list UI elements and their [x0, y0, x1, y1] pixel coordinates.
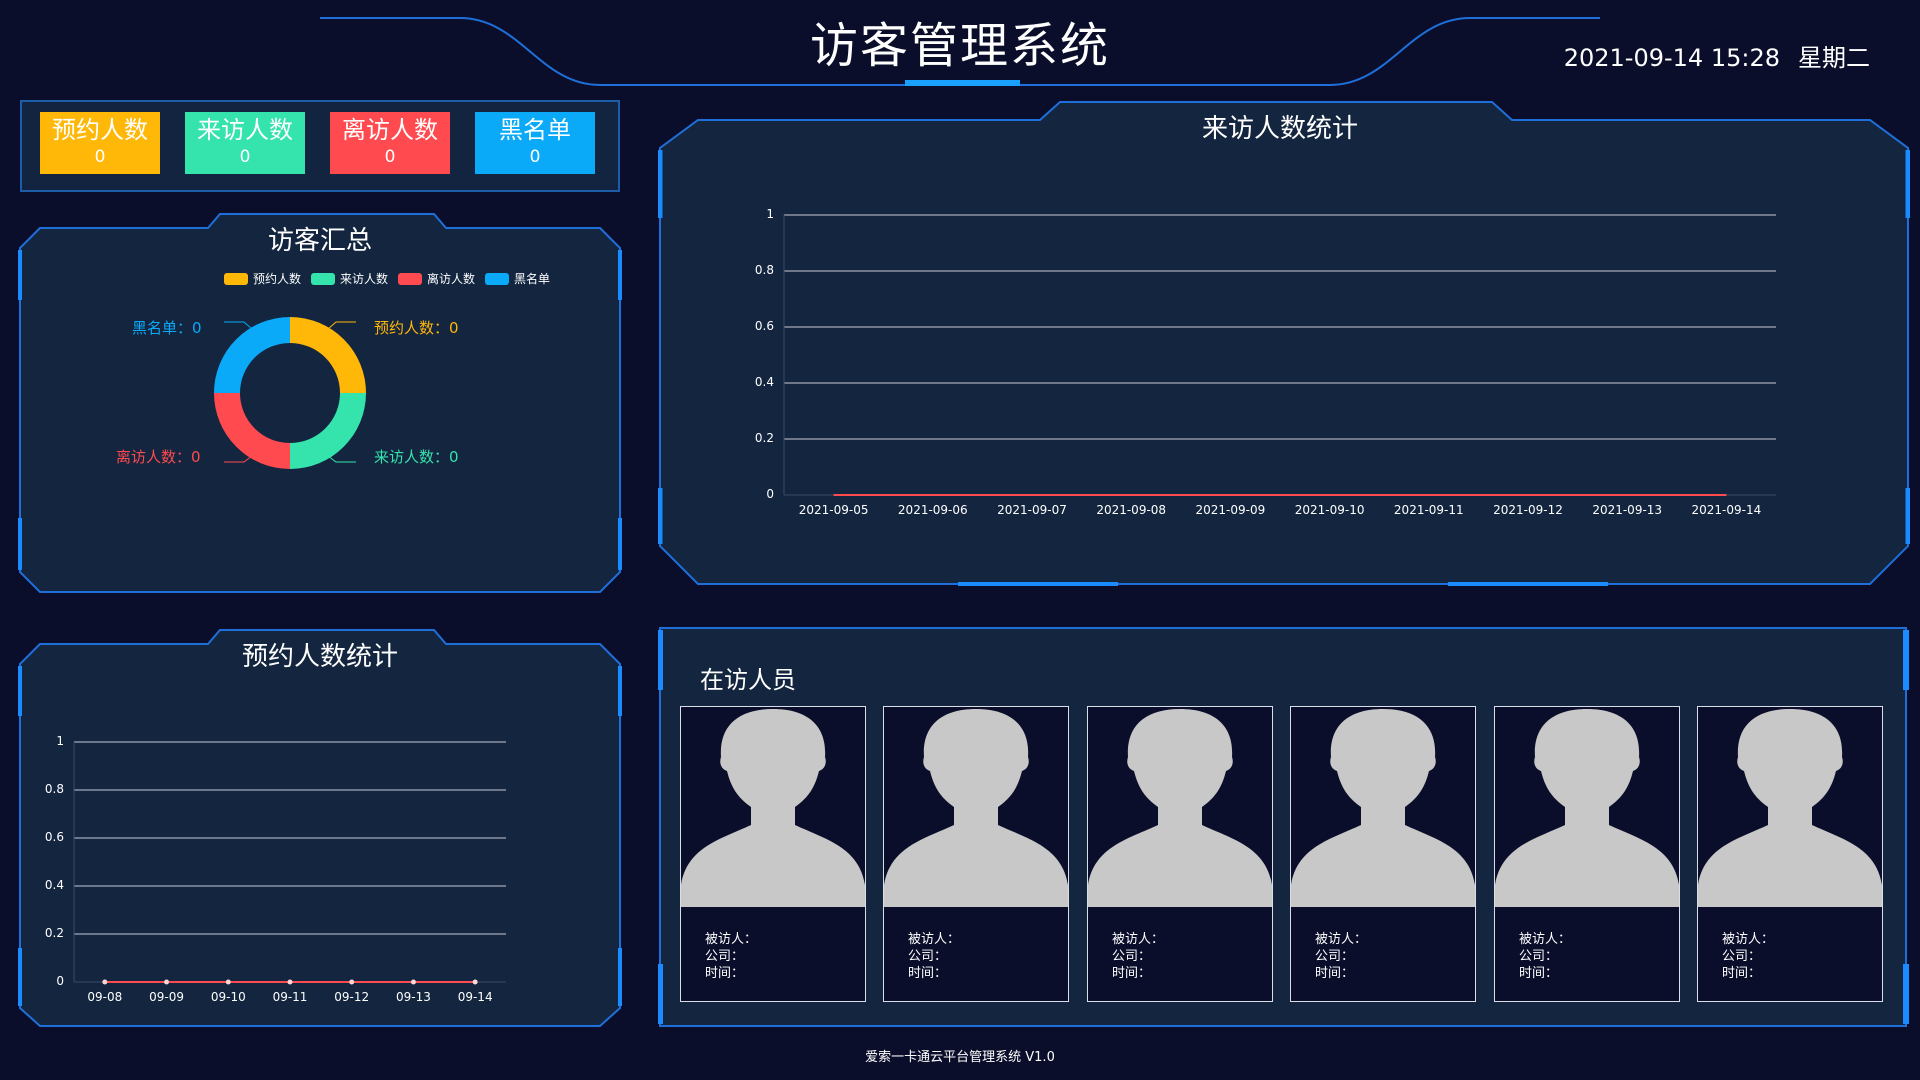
- legend-item-booked[interactable]: 预约人数: [224, 270, 301, 287]
- stat-value: 0: [529, 147, 541, 167]
- stats-panel: 预约人数 0 来访人数 0 离访人数 0 黑名单 0: [20, 100, 620, 192]
- date-text: 2021-09-14 15:28: [1563, 44, 1780, 72]
- x-tick-label: 2021-09-08: [1096, 503, 1167, 517]
- legend-item-blacklist[interactable]: 黑名单: [485, 270, 550, 287]
- x-tick-label: 2021-09-14: [1691, 503, 1762, 517]
- avatar-placeholder-icon: [1088, 709, 1272, 907]
- stat-card-left[interactable]: 离访人数 0: [330, 112, 450, 174]
- stat-card-blacklist[interactable]: 黑名单 0: [475, 112, 595, 174]
- avatar-placeholder-icon: [1698, 709, 1882, 907]
- legend-label: 预约人数: [253, 272, 302, 286]
- visitor-company-label: 公司：: [908, 949, 948, 964]
- y-tick-label: 0.4: [754, 375, 774, 389]
- x-tick-label: 09-14: [457, 990, 493, 1004]
- pie-slice-3[interactable]: [214, 393, 290, 469]
- visitor-card[interactable]: 被访人： 公司： 时间：: [1697, 706, 1883, 1002]
- stat-value: 0: [94, 147, 106, 167]
- visitor-time-label: 时间：: [908, 966, 948, 981]
- legend-label: 来访人数: [340, 272, 389, 286]
- visitor-company-label: 公司：: [705, 949, 745, 964]
- visitor-company-label: 公司：: [1519, 949, 1559, 964]
- datetime: 2021-09-14 15:28 星期二: [1564, 38, 1870, 73]
- avatar-placeholder-icon: [681, 709, 865, 907]
- y-tick-label: 0: [766, 487, 774, 501]
- stat-label: 黑名单: [499, 116, 571, 144]
- visitor-card[interactable]: 被访人： 公司： 时间：: [680, 706, 866, 1002]
- y-tick-label: 0.8: [754, 263, 774, 277]
- x-tick-label: 2021-09-10: [1294, 503, 1365, 517]
- pie-label-blacklist: 黑名单：0: [132, 319, 202, 337]
- weekday-text: 星期二: [1798, 44, 1870, 72]
- avatar-placeholder-icon: [1291, 709, 1475, 907]
- visitor-time-label: 时间：: [1112, 966, 1152, 981]
- booking-panel-frame: [18, 629, 622, 1027]
- y-tick-label: 0: [56, 974, 64, 988]
- visitor-card[interactable]: 被访人： 公司： 时间：: [1494, 706, 1680, 1002]
- legend-label: 黑名单: [514, 272, 551, 286]
- visits-title: 来访人数统计: [1201, 114, 1358, 144]
- stat-value: 0: [384, 147, 396, 167]
- summary-title: 访客汇总: [267, 226, 372, 256]
- booking-title: 预约人数统计: [241, 642, 398, 672]
- stat-value: 0: [239, 147, 251, 167]
- visitor-time-label: 时间：: [705, 966, 745, 981]
- visitor-company-label: 公司：: [1315, 949, 1355, 964]
- pie-slice-2[interactable]: [290, 393, 366, 469]
- stat-card-booked[interactable]: 预约人数 0: [40, 112, 160, 174]
- stat-card-visited[interactable]: 来访人数 0: [185, 112, 305, 174]
- y-tick-label: 0.2: [44, 926, 64, 940]
- visitor-host-label: 被访人：: [1519, 932, 1572, 947]
- visitor-card[interactable]: 被访人： 公司： 时间：: [1087, 706, 1273, 1002]
- summary-legend: 预约人数 来访人数 离访人数 黑名单: [224, 270, 550, 287]
- visitor-host-label: 被访人：: [1112, 932, 1165, 947]
- x-tick-label: 2021-09-11: [1393, 503, 1464, 517]
- y-tick-label: 0.8: [44, 782, 64, 796]
- visitor-card[interactable]: 被访人： 公司： 时间：: [883, 706, 1069, 1002]
- y-tick-label: 1: [766, 207, 774, 221]
- x-tick-label: 2021-09-06: [897, 503, 968, 517]
- visitor-time-label: 时间：: [1315, 966, 1355, 981]
- y-tick-label: 0.6: [44, 830, 64, 844]
- legend-item-visited[interactable]: 来访人数: [311, 270, 388, 287]
- x-tick-label: 2021-09-12: [1493, 503, 1563, 517]
- visitor-host-label: 被访人：: [1315, 932, 1368, 947]
- y-tick-label: 1: [56, 734, 64, 748]
- legend-item-left[interactable]: 离访人数: [398, 270, 475, 287]
- y-tick-label: 0.2: [754, 431, 774, 445]
- x-tick-label: 2021-09-07: [997, 503, 1067, 517]
- y-tick-label: 0.4: [44, 878, 64, 892]
- visitor-company-label: 公司：: [1112, 949, 1152, 964]
- avatar-placeholder-icon: [884, 709, 1068, 907]
- legend-label: 离访人数: [427, 272, 476, 286]
- stat-label: 来访人数: [197, 116, 293, 144]
- visitor-host-label: 被访人：: [1722, 932, 1775, 947]
- stat-label: 离访人数: [342, 116, 438, 144]
- avatar-placeholder-icon: [1495, 709, 1679, 907]
- visitor-host-label: 被访人：: [705, 932, 758, 947]
- visitor-card[interactable]: 被访人： 公司： 时间：: [1290, 706, 1476, 1002]
- x-tick-label: 2021-09-13: [1592, 503, 1663, 517]
- y-tick-label: 0.6: [754, 319, 774, 333]
- footer-text: 爱索一卡通云平台管理系统 V1.0: [865, 1050, 1055, 1065]
- visitor-time-label: 时间：: [1519, 966, 1559, 981]
- x-tick-label: 2021-09-05: [798, 503, 869, 517]
- pie-label-left: 离访人数：0: [116, 448, 201, 466]
- visitor-time-label: 时间：: [1722, 966, 1762, 981]
- visitors-title: 在访人员: [700, 666, 796, 694]
- x-tick-label: 2021-09-09: [1195, 503, 1266, 517]
- pie-label-visited: 来访人数：0: [374, 448, 459, 466]
- visitor-host-label: 被访人：: [908, 932, 961, 947]
- stat-label: 预约人数: [52, 116, 148, 144]
- visitor-company-label: 公司：: [1722, 949, 1762, 964]
- pie-label-booked: 预约人数：0: [374, 319, 459, 337]
